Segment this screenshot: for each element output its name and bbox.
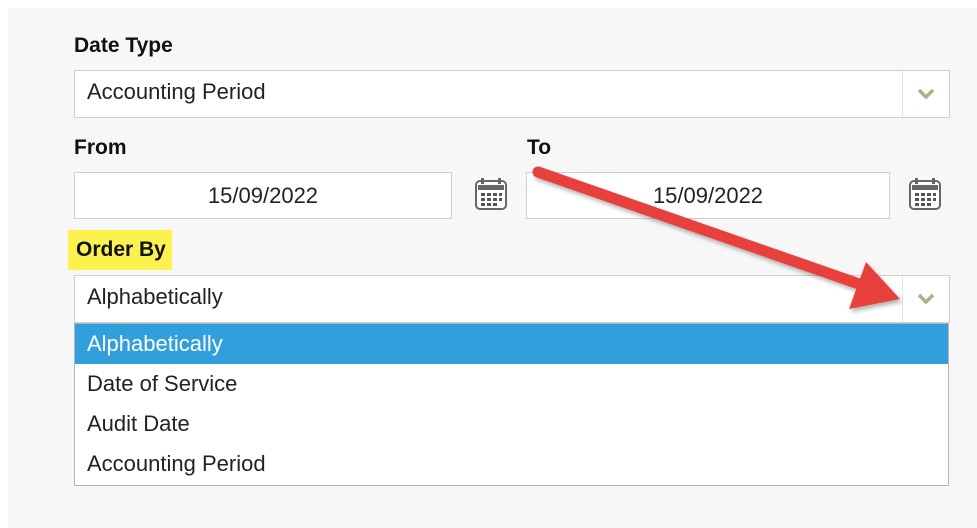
calendar-icon[interactable] [472, 176, 510, 214]
chevron-down-icon [917, 88, 935, 99]
order-by-option[interactable]: Accounting Period [75, 444, 948, 484]
date-type-value: Accounting Period [87, 79, 266, 104]
order-by-option[interactable]: Date of Service [75, 364, 948, 404]
order-by-option[interactable]: Audit Date [75, 404, 948, 444]
date-type-label: Date Type [74, 34, 173, 57]
to-date-input[interactable]: 15/09/2022 [526, 172, 890, 219]
order-by-options-list: Alphabetically Date of Service Audit Dat… [74, 323, 949, 486]
calendar-icon[interactable] [906, 176, 944, 214]
order-by-label: Order By [68, 230, 172, 270]
order-by-dropdown-button[interactable] [902, 276, 949, 322]
from-label: From [74, 136, 127, 159]
from-date-value: 15/09/2022 [207, 182, 319, 208]
order-by-value: Alphabetically [87, 284, 223, 309]
to-label: To [527, 136, 552, 159]
order-by-select[interactable]: Alphabetically [74, 275, 950, 323]
date-type-select[interactable]: Accounting Period [74, 70, 950, 118]
from-date-input[interactable]: 15/09/2022 [74, 172, 452, 219]
date-type-dropdown-button[interactable] [902, 71, 949, 117]
order-by-option[interactable]: Alphabetically [75, 324, 948, 364]
chevron-down-icon [917, 293, 935, 304]
to-date-value: 15/09/2022 [652, 182, 764, 208]
